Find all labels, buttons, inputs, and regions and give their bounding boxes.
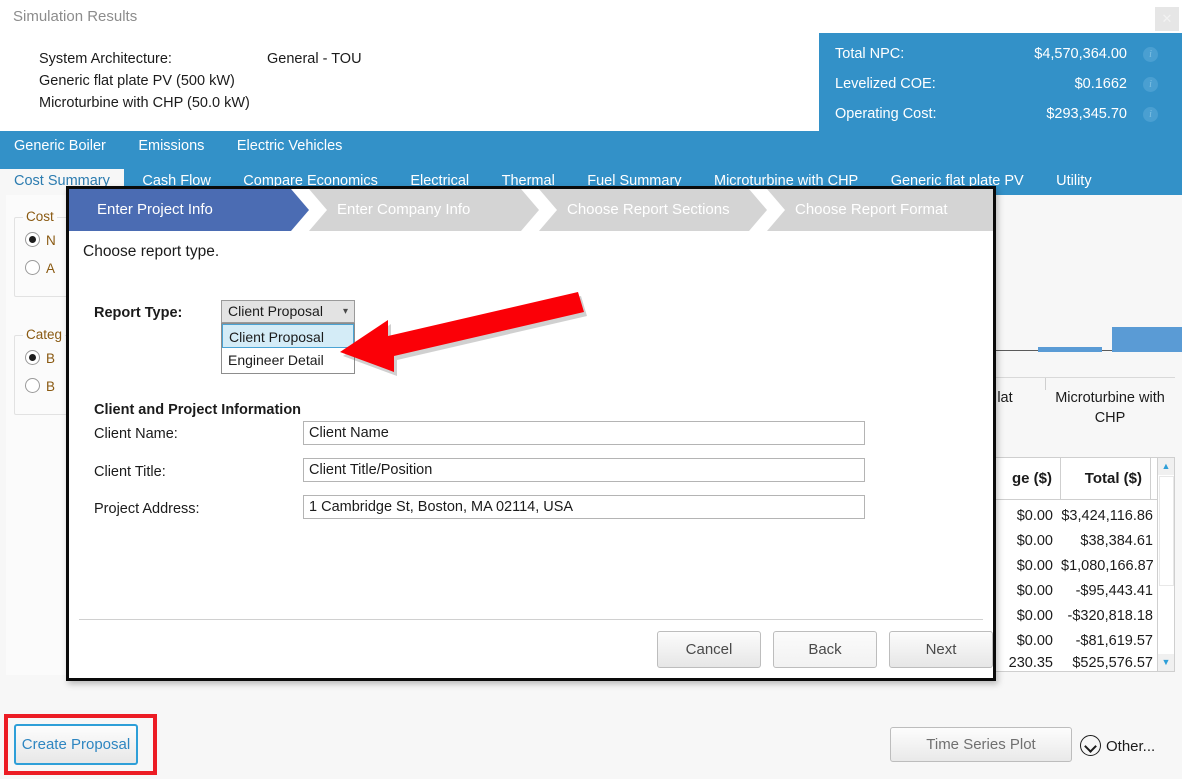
scroll-down-icon[interactable]: ▼: [1158, 654, 1174, 671]
summary-value: $293,345.70: [1046, 103, 1127, 126]
project-address-label: Project Address:: [94, 501, 200, 517]
tab-emissions[interactable]: Emissions: [124, 138, 218, 154]
client-title-label: Client Title:: [94, 464, 166, 480]
client-name-input[interactable]: Client Name: [303, 421, 865, 445]
wizard-step-choose-report-sections[interactable]: Choose Report Sections: [539, 189, 767, 231]
window-title: Simulation Results: [13, 8, 137, 25]
architecture-component: Generic flat plate PV (500 kW): [39, 70, 362, 92]
radio-cost-net-present[interactable]: N: [25, 232, 56, 248]
client-project-section-title: Client and Project Information: [94, 402, 301, 418]
scroll-up-icon[interactable]: ▲: [1158, 458, 1174, 475]
table-cell: $1,080,166.87: [1061, 554, 1161, 579]
wizard-step-enter-company-info[interactable]: Enter Company Info: [309, 189, 539, 231]
other-dropdown[interactable]: Other...: [1080, 735, 1155, 756]
system-architecture-block: System Architecture:General - TOU Generi…: [39, 48, 362, 114]
create-proposal-dialog: Enter Project Info Enter Company Info Ch…: [66, 186, 996, 681]
wizard-step-label: Choose Report Sections: [539, 201, 730, 218]
report-type-value: Client Proposal: [228, 303, 323, 319]
next-button[interactable]: Next: [889, 631, 993, 668]
radio-icon: [25, 350, 40, 365]
other-label: Other...: [1106, 738, 1155, 755]
tab-generic-boiler[interactable]: Generic Boiler: [0, 138, 120, 154]
summary-row: Operating Cost: $293,345.70 i: [835, 103, 1182, 126]
summary-key: Levelized COE:: [835, 73, 936, 96]
radio-label: B: [46, 351, 55, 366]
annotation-arrow-icon: [340, 288, 590, 380]
chevron-down-icon: [1080, 735, 1101, 756]
time-series-plot-button[interactable]: Time Series Plot: [890, 727, 1072, 762]
tab-electric-vehicles[interactable]: Electric Vehicles: [223, 138, 357, 154]
wizard-step-enter-project-info[interactable]: Enter Project Info: [69, 189, 309, 231]
create-proposal-button[interactable]: Create Proposal: [14, 724, 138, 765]
chart-bar-microturbine: [1112, 327, 1182, 352]
tab-utility[interactable]: Utility: [1042, 169, 1105, 189]
architecture-row: System Architecture:General - TOU: [39, 48, 362, 70]
client-name-label: Client Name:: [94, 426, 178, 442]
radio-category-component[interactable]: B: [25, 378, 55, 394]
chart-bar-pv: [1038, 347, 1102, 352]
report-type-option-client-proposal[interactable]: Client Proposal: [222, 324, 354, 348]
summary-key: Total NPC:: [835, 43, 904, 66]
radio-icon: [25, 232, 40, 247]
close-icon[interactable]: ✕: [1155, 7, 1179, 31]
info-icon[interactable]: i: [1143, 77, 1158, 92]
report-type-label: Report Type:: [94, 305, 182, 321]
radio-category-cost-type[interactable]: B: [25, 350, 55, 366]
cancel-button[interactable]: Cancel: [657, 631, 761, 668]
scrollbar-thumb[interactable]: [1159, 476, 1174, 586]
report-type-combobox[interactable]: Client Proposal ▾: [221, 300, 355, 323]
report-type-listbox[interactable]: Client Proposal Engineer Detail: [221, 323, 355, 374]
legend-divider: [1045, 378, 1046, 390]
table-cell: -$320,818.18: [1061, 604, 1161, 629]
summary-value: $0.1662: [1075, 73, 1127, 96]
client-title-input[interactable]: Client Title/Position: [303, 458, 865, 482]
architecture-component: Microturbine with CHP (50.0 kW): [39, 92, 362, 114]
category-group-title: Categ: [23, 327, 65, 342]
table-column-header: Total ($): [1061, 458, 1151, 499]
report-type-option-engineer-detail[interactable]: Engineer Detail: [222, 348, 354, 372]
cost-type-group-title: Cost: [23, 209, 57, 224]
summary-value: $4,570,364.00: [1034, 43, 1127, 66]
wizard-step-label: Enter Company Info: [309, 201, 470, 218]
summary-row: Levelized COE: $0.1662 i: [835, 73, 1182, 96]
table-vertical-scrollbar[interactable]: ▲ ▼: [1157, 458, 1174, 671]
dialog-divider: [79, 619, 983, 620]
wizard-step-label: Choose Report Format: [767, 201, 948, 218]
results-summary-card: Total NPC: $4,570,364.00 i Levelized COE…: [816, 33, 1182, 131]
wizard-step-label: Enter Project Info: [69, 201, 213, 218]
info-icon[interactable]: i: [1143, 107, 1158, 122]
app-window: Simulation Results System Architecture:G…: [0, 0, 1182, 779]
wizard-steps: Enter Project Info Enter Company Info Ch…: [69, 189, 993, 231]
legend-label-microturbine: Microturbine with CHP: [1055, 388, 1165, 428]
radio-label: A: [46, 261, 55, 276]
project-address-input[interactable]: 1 Cambridge St, Boston, MA 02114, USA: [303, 495, 865, 519]
summary-key: Operating Cost:: [835, 103, 937, 126]
architecture-value: General - TOU: [267, 51, 362, 67]
table-cell: -$95,443.41: [1061, 579, 1161, 604]
radio-label: N: [46, 233, 56, 248]
radio-icon: [25, 260, 40, 275]
table-cell: $525,576.57: [1061, 651, 1161, 676]
table-cell: $3,424,116.86: [1061, 504, 1161, 529]
summary-row: Total NPC: $4,570,364.00 i: [835, 43, 1182, 66]
table-cell: $38,384.61: [1061, 529, 1161, 554]
info-icon[interactable]: i: [1143, 47, 1158, 62]
radio-cost-annualized[interactable]: A: [25, 260, 55, 276]
dialog-instruction: Choose report type.: [83, 243, 219, 261]
wizard-step-choose-report-format[interactable]: Choose Report Format: [767, 189, 993, 231]
radio-icon: [25, 378, 40, 393]
architecture-label: System Architecture:: [39, 48, 267, 70]
radio-label: B: [46, 379, 55, 394]
secondary-tab-row: Generic Boiler Emissions Electric Vehicl…: [0, 137, 356, 165]
back-button[interactable]: Back: [773, 631, 877, 668]
